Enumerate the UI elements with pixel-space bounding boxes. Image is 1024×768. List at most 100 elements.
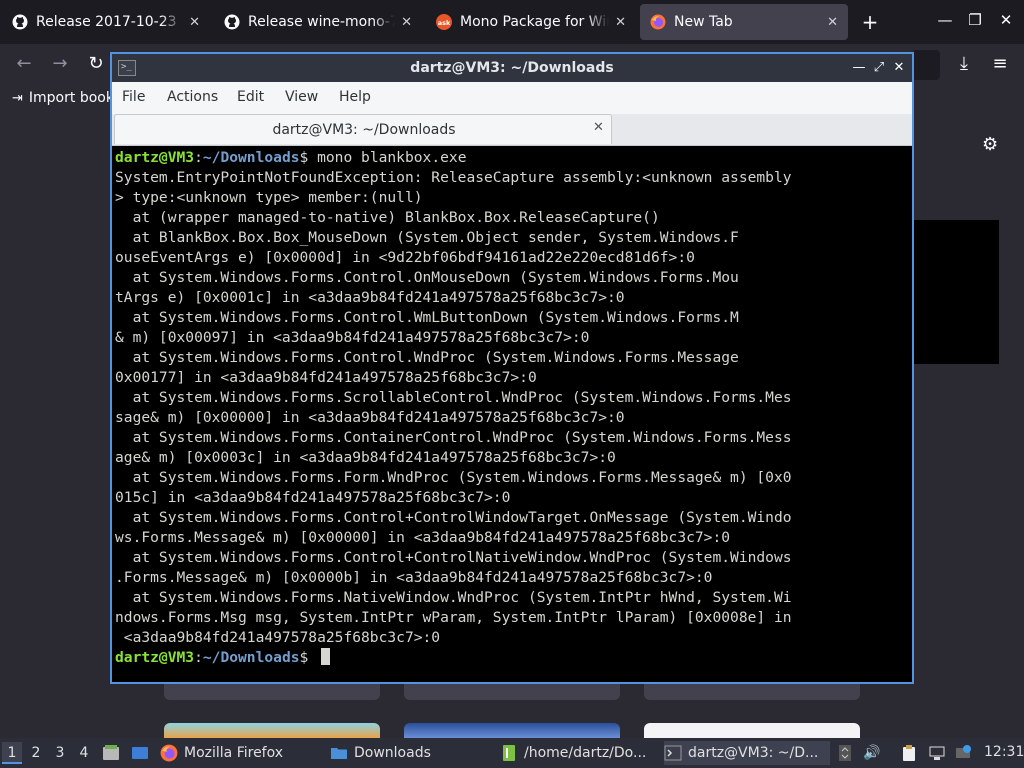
github-icon — [224, 14, 240, 30]
close-window-icon[interactable]: ✕ — [995, 11, 1017, 29]
terminal-tab[interactable]: dartz@VM3: ~/Downloads ✕ — [114, 114, 612, 144]
output-line: ndows.Forms.Msg msg, System.IntPtr wPara… — [115, 609, 792, 626]
workspace-4[interactable]: 4 — [74, 742, 94, 764]
prompt-line: dartz@VM3:~/Downloads$ — [115, 648, 905, 668]
clock[interactable]: 12:31 — [984, 744, 1024, 760]
minimize-icon[interactable]: — — [934, 11, 956, 29]
terminal-tab-label: dartz@VM3: ~/Downloads — [272, 122, 456, 138]
taskbar: 1 2 3 4 Mozilla Firefox Downloads /home/… — [0, 738, 1024, 768]
menu-file[interactable]: File — [122, 89, 145, 105]
task-downloads[interactable]: Downloads — [330, 741, 495, 765]
output-line: ouseEventArgs e) [0x0000d] in <9d22bf06b… — [115, 249, 695, 266]
terminal-icon — [664, 744, 682, 762]
ask-icon: ask — [436, 14, 452, 30]
workspace-3[interactable]: 3 — [50, 742, 70, 764]
minimize-icon[interactable]: — — [850, 58, 868, 78]
forward-arrow-icon[interactable]: → — [48, 53, 72, 74]
firefox-icon — [650, 14, 666, 30]
terminal-titlebar[interactable]: dartz@VM3: ~/Downloads >_ — ⤢ ✕ — [112, 54, 912, 82]
prompt-suffix: $ — [299, 649, 318, 666]
story-thumbnail[interactable] — [404, 723, 620, 738]
output-line: at System.Windows.Forms.Control.WndProc … — [115, 349, 739, 366]
output-line: at (wrapper managed-to-native) BlankBox.… — [115, 209, 660, 226]
story-thumbnail[interactable] — [644, 723, 860, 738]
tab-title: Release 2017-10-23 · K — [36, 14, 184, 30]
folder-icon — [330, 744, 348, 762]
task-label: Mozilla Firefox — [184, 745, 284, 761]
task-firefox[interactable]: Mozilla Firefox — [160, 741, 320, 765]
close-tab-icon[interactable]: ✕ — [401, 15, 412, 30]
import-icon: ⇥ — [12, 90, 23, 106]
prompt-colon: : — [194, 649, 203, 666]
output-line: at System.Windows.Forms.Control.OnMouseD… — [115, 269, 739, 286]
output-line: at System.Windows.Forms.Control+ControlN… — [115, 549, 792, 566]
tab-title: New Tab — [674, 14, 733, 30]
output-line: at System.Windows.Forms.Form.WndProc (Sy… — [115, 469, 792, 486]
browser-tab-bar: Release 2017-10-23 · K ✕ Release wine-mo… — [0, 0, 1024, 44]
task-text-editor[interactable]: /home/dartz/Do... — [500, 741, 660, 765]
menu-view[interactable]: View — [285, 89, 318, 105]
restore-icon[interactable]: ❐ — [964, 11, 986, 29]
story-thumbnail[interactable] — [164, 723, 380, 738]
output-line: at BlankBox.Box.Box_MouseDown (System.Ob… — [115, 229, 739, 246]
downloads-icon[interactable]: ⤓ — [952, 53, 976, 74]
clipboard-icon[interactable] — [900, 744, 918, 762]
close-icon[interactable]: ✕ — [890, 58, 908, 78]
new-tab-button[interactable]: + — [860, 10, 880, 34]
output-line: <a3daa9b84fd241a497578a25f68bc3c7>:0 — [115, 629, 441, 646]
output-line: at System.Windows.Forms.Control+ControlW… — [115, 509, 792, 526]
output-line: at System.Windows.Forms.Control.WmLButto… — [115, 309, 739, 326]
network-icon[interactable] — [928, 744, 946, 762]
task-label: /home/dartz/Do... — [524, 745, 647, 761]
prompt-colon: : — [194, 149, 203, 166]
close-tab-icon[interactable]: ✕ — [593, 120, 604, 135]
prompt-path: ~/Downloads — [202, 649, 300, 666]
menu-actions[interactable]: Actions — [167, 89, 218, 105]
browser-tab[interactable]: Release wine-mono-7.3 ✕ — [214, 4, 422, 40]
tab-title: Release wine-mono-7.3 — [248, 14, 396, 30]
task-label: dartz@VM3: ~/D... — [688, 745, 819, 761]
terminal-output[interactable]: dartz@VM3:~/Downloads$ mono blankbox.exe… — [115, 148, 905, 680]
prompt-user: dartz@VM3 — [115, 649, 195, 666]
output-line: ws.Forms.Message& m) [0x00000] in <a3daa… — [115, 529, 731, 546]
text-cursor — [321, 648, 331, 665]
prompt-line: dartz@VM3:~/Downloads$ mono blankbox.exe — [115, 148, 905, 168]
tab-title: Mono Package for Wine — [460, 14, 610, 30]
output-line: .Forms.Message& m) [0x0000b] in <a3daa9b… — [115, 569, 713, 586]
menu-edit[interactable]: Edit — [237, 89, 264, 105]
output-line: sage& m) [0x00000] in <a3daa9b84fd241a49… — [115, 409, 625, 426]
browser-tab[interactable]: ask Mono Package for Wine ✕ — [426, 4, 636, 40]
close-tab-icon[interactable]: ✕ — [189, 15, 200, 30]
browser-tab-active[interactable]: New Tab ✕ — [640, 4, 848, 40]
window-title: dartz@VM3: ~/Downloads — [410, 60, 614, 76]
menu-help[interactable]: Help — [339, 89, 371, 105]
file-manager-icon[interactable] — [102, 744, 120, 762]
menu-bar: File Actions Edit View Help — [112, 82, 912, 114]
github-icon — [12, 14, 28, 30]
close-tab-icon[interactable]: ✕ — [615, 15, 626, 30]
url-bar-edge[interactable] — [912, 50, 940, 80]
text-editor-icon — [500, 744, 518, 762]
menu-hamburger-icon[interactable]: ≡ — [988, 53, 1012, 74]
command-text: mono blankbox.exe — [317, 149, 467, 166]
firefox-icon — [160, 744, 178, 762]
svg-text:ask: ask — [438, 19, 451, 27]
output-line: 0x00177] in <a3daa9b84fd241a497578a25f68… — [115, 369, 537, 386]
workspace-1[interactable]: 1 — [2, 742, 22, 764]
update-notifier-icon[interactable] — [954, 744, 972, 762]
terminal-icon[interactable]: >_ — [118, 60, 136, 76]
task-scroll-icon[interactable] — [836, 744, 854, 762]
maximize-icon[interactable]: ⤢ — [870, 58, 888, 78]
volume-icon[interactable]: 🔊 — [863, 744, 881, 762]
task-terminal[interactable]: dartz@VM3: ~/D... — [664, 741, 830, 765]
workspace-2[interactable]: 2 — [26, 742, 46, 764]
import-bookmarks-button[interactable]: ⇥ Import book — [12, 90, 114, 106]
close-tab-icon[interactable]: ✕ — [827, 15, 838, 30]
reload-icon[interactable]: ↻ — [84, 53, 108, 74]
terminal-tab-strip: dartz@VM3: ~/Downloads ✕ — [112, 114, 912, 146]
browser-tab[interactable]: Release 2017-10-23 · K ✕ — [2, 4, 210, 40]
gear-icon[interactable]: ⚙ — [982, 134, 998, 155]
show-desktop-icon[interactable] — [131, 744, 149, 762]
back-arrow-icon[interactable]: ← — [12, 53, 36, 74]
task-label: Downloads — [354, 745, 431, 761]
